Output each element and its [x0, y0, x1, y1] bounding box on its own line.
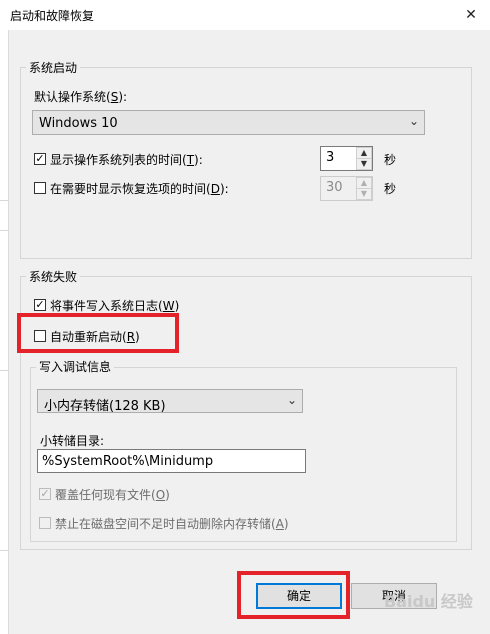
auto-restart-highlight — [17, 313, 179, 353]
background-window-edge — [0, 30, 9, 634]
show-os-list-label: 显示操作系统列表的时间(T): — [50, 153, 203, 167]
default-os-select[interactable]: Windows 10 ⌄ — [32, 110, 425, 135]
disable-autodelete-label: 禁止在磁盘空间不足时自动删除内存转储(A) — [55, 517, 289, 531]
chevron-down-icon: ⌄ — [408, 114, 419, 128]
startup-legend: 系统启动 — [26, 59, 81, 76]
overwrite-label: 覆盖任何现有文件(O) — [55, 488, 170, 502]
overwrite-checkbox: ✓ — [39, 487, 51, 500]
watermark: Baidu 经验 — [384, 592, 473, 611]
show-recovery-label: 在需要时显示恢复选项的时间(D): — [50, 182, 229, 196]
dump-dir-value: %SystemRoot%\Minidump — [42, 454, 214, 469]
default-os-label: 默认操作系统(S): — [34, 90, 128, 104]
title-bar: 启动和故障恢复 ✕ — [0, 0, 490, 30]
dump-type-value: 小内存转储(128 KB) — [44, 399, 166, 414]
show-recovery-unit: 秒 — [384, 182, 397, 196]
show-os-list-checkbox[interactable]: ✓ — [34, 153, 46, 165]
spin-down-icon: ▼ — [356, 188, 372, 200]
window-title: 启动和故障恢复 — [10, 9, 95, 23]
close-icon[interactable]: ✕ — [452, 0, 490, 30]
chevron-down-icon: ⌄ — [286, 393, 297, 407]
dump-type-select[interactable]: 小内存转储(128 KB) ⌄ — [37, 389, 303, 414]
dump-dir-input[interactable]: %SystemRoot%\Minidump — [37, 449, 306, 473]
failure-legend: 系统失败 — [26, 268, 81, 285]
dump-dir-label: 小转储目录: — [40, 434, 105, 448]
ok-button-highlight — [237, 571, 350, 619]
show-os-list-value: 3 — [326, 150, 335, 165]
show-recovery-checkbox[interactable] — [34, 182, 46, 194]
disable-autodelete-checkbox — [39, 517, 51, 529]
show-os-list-unit: 秒 — [384, 153, 397, 167]
default-os-value: Windows 10 — [39, 116, 118, 131]
spin-down-icon[interactable]: ▼ — [356, 158, 372, 170]
write-event-label: 将事件写入系统日志(W) — [50, 299, 180, 313]
show-recovery-value: 30 — [326, 180, 343, 195]
debug-legend: 写入调试信息 — [36, 358, 115, 375]
write-event-checkbox[interactable]: ✓ — [34, 299, 46, 311]
